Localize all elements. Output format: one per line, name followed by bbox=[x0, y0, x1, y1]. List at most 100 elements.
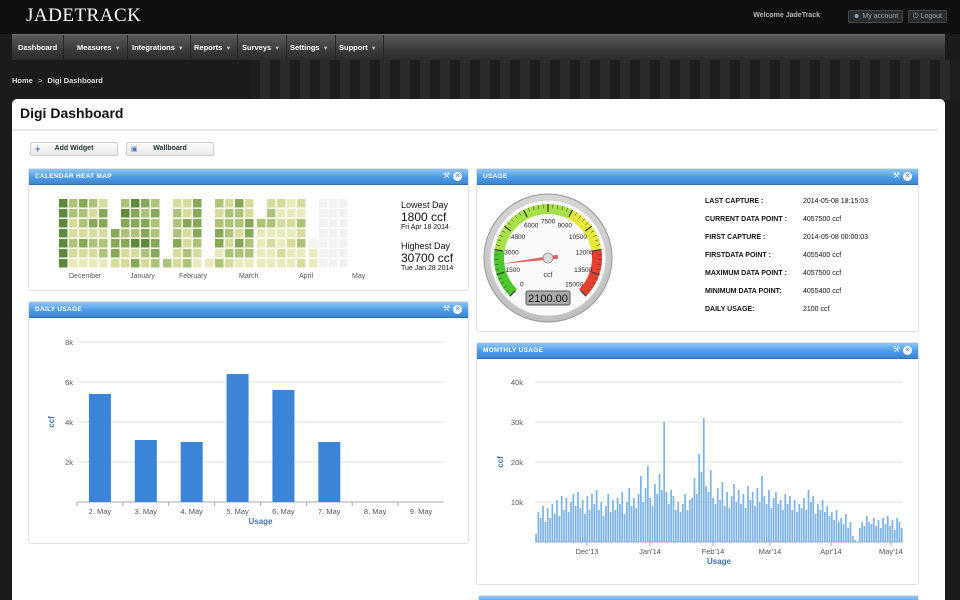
nav-measures[interactable]: Measures ▼ bbox=[71, 35, 128, 61]
monthly-bar[interactable] bbox=[535, 534, 537, 542]
monthly-bar[interactable] bbox=[800, 508, 803, 542]
monthly-bar[interactable] bbox=[702, 418, 705, 542]
monthly-bar[interactable] bbox=[705, 486, 707, 542]
monthly-bar[interactable] bbox=[591, 494, 593, 542]
monthly-bar[interactable] bbox=[607, 494, 610, 542]
nav-dashboard[interactable]: Dashboard bbox=[12, 35, 65, 61]
monthly-bar[interactable] bbox=[851, 536, 854, 542]
monthly-bar[interactable] bbox=[544, 522, 547, 542]
monthly-bar[interactable] bbox=[900, 528, 903, 542]
monthly-bar[interactable] bbox=[640, 476, 642, 542]
monthly-bar[interactable] bbox=[798, 504, 801, 542]
monthly-bar[interactable] bbox=[605, 506, 607, 542]
wrench-icon[interactable]: ⚒ bbox=[893, 345, 900, 354]
monthly-bar[interactable] bbox=[563, 510, 565, 542]
logout-button[interactable]: ⏻ Logout bbox=[908, 10, 947, 23]
monthly-bar[interactable] bbox=[821, 500, 824, 542]
monthly-bar[interactable] bbox=[733, 484, 735, 542]
monthly-bar[interactable] bbox=[870, 524, 873, 542]
monthly-bar[interactable] bbox=[719, 500, 721, 542]
daily-bar[interactable] bbox=[180, 442, 203, 502]
monthly-bar[interactable] bbox=[646, 466, 649, 542]
monthly-bar[interactable] bbox=[886, 516, 889, 542]
monthly-bar[interactable] bbox=[896, 518, 898, 542]
monthly-bar[interactable] bbox=[693, 478, 696, 542]
monthly-bar[interactable] bbox=[619, 504, 621, 542]
monthly-bar[interactable] bbox=[556, 500, 558, 542]
monthly-bar[interactable] bbox=[581, 500, 584, 542]
wallboard-button[interactable]: ▣ Wallboard bbox=[126, 142, 214, 156]
monthly-bar[interactable] bbox=[756, 488, 759, 542]
monthly-bar[interactable] bbox=[793, 500, 796, 542]
monthly-bar[interactable] bbox=[744, 508, 747, 542]
monthly-bar[interactable] bbox=[586, 496, 589, 542]
monthly-bar[interactable] bbox=[803, 498, 805, 542]
monthly-bar[interactable] bbox=[805, 510, 808, 542]
monthly-bar[interactable] bbox=[882, 518, 884, 542]
daily-bar[interactable] bbox=[88, 394, 111, 502]
daily-usage-header[interactable]: DAILY USAGE ⚒ ✕ bbox=[29, 302, 468, 318]
monthly-bar[interactable] bbox=[579, 508, 582, 542]
monthly-bar[interactable] bbox=[691, 498, 693, 542]
monthly-bar[interactable] bbox=[898, 522, 901, 542]
monthly-bar[interactable] bbox=[884, 524, 887, 542]
monthly-bar[interactable] bbox=[644, 488, 647, 542]
monthly-bar[interactable] bbox=[791, 510, 794, 542]
monthly-bar[interactable] bbox=[677, 502, 680, 542]
close-icon[interactable]: ✕ bbox=[903, 346, 912, 355]
monthly-bar[interactable] bbox=[740, 504, 742, 542]
monthly-bar[interactable] bbox=[789, 496, 791, 542]
close-icon[interactable]: ✕ bbox=[453, 172, 462, 181]
monthly-bar[interactable] bbox=[626, 502, 628, 542]
monthly-bar[interactable] bbox=[549, 518, 551, 542]
monthly-bar[interactable] bbox=[567, 512, 570, 542]
monthly-bar[interactable] bbox=[786, 504, 789, 542]
wrench-icon[interactable]: ⚒ bbox=[443, 304, 450, 313]
monthly-bar[interactable] bbox=[551, 504, 554, 542]
monthly-bar[interactable] bbox=[812, 496, 815, 542]
monthly-bar[interactable] bbox=[844, 514, 847, 542]
monthly-bar[interactable] bbox=[849, 522, 852, 542]
monthly-bar[interactable] bbox=[651, 506, 654, 542]
monthly-bar[interactable] bbox=[688, 500, 691, 542]
my-account-button[interactable]: ☻ My account bbox=[848, 10, 904, 23]
monthly-bar[interactable] bbox=[558, 516, 561, 542]
monthly-bar[interactable] bbox=[595, 490, 598, 542]
monthly-bar[interactable] bbox=[824, 512, 826, 542]
monthly-bar[interactable] bbox=[660, 490, 663, 542]
nav-support[interactable]: Support ▼ bbox=[333, 35, 384, 61]
monthly-bar[interactable] bbox=[649, 498, 652, 542]
monthly-bar[interactable] bbox=[602, 516, 605, 542]
monthly-bar[interactable] bbox=[758, 502, 761, 542]
monthly-bar[interactable] bbox=[889, 526, 891, 542]
close-icon[interactable]: ✕ bbox=[903, 172, 912, 181]
monthly-bar[interactable] bbox=[728, 508, 731, 542]
daily-bar[interactable] bbox=[134, 440, 157, 502]
monthly-usage-header[interactable]: MONTHLY USAGE ⚒ ✕ bbox=[477, 343, 918, 359]
monthly-bar[interactable] bbox=[782, 510, 784, 542]
monthly-bar[interactable] bbox=[817, 504, 819, 542]
monthly-bar[interactable] bbox=[628, 488, 631, 542]
monthly-bar[interactable] bbox=[723, 506, 726, 542]
monthly-bar[interactable] bbox=[858, 528, 861, 542]
monthly-bar[interactable] bbox=[742, 494, 745, 542]
monthly-bar[interactable] bbox=[658, 474, 661, 542]
next-widget-header[interactable] bbox=[479, 596, 918, 600]
monthly-bar[interactable] bbox=[672, 496, 675, 542]
monthly-bar[interactable] bbox=[656, 494, 659, 542]
monthly-bar[interactable] bbox=[598, 510, 600, 542]
monthly-bar[interactable] bbox=[796, 512, 798, 542]
monthly-bar[interactable] bbox=[775, 492, 777, 542]
monthly-bar[interactable] bbox=[684, 494, 686, 542]
heatmap-header[interactable]: CALENDAR HEAT MAP ⚒ ✕ bbox=[29, 169, 468, 185]
monthly-bar[interactable] bbox=[637, 494, 640, 542]
nav-surveys[interactable]: Surveys ▼ bbox=[236, 35, 288, 61]
monthly-bar[interactable] bbox=[763, 496, 766, 542]
monthly-bar[interactable] bbox=[737, 490, 740, 542]
monthly-bar[interactable] bbox=[584, 514, 586, 542]
monthly-bar[interactable] bbox=[814, 514, 817, 542]
monthly-bar[interactable] bbox=[761, 476, 763, 542]
monthly-bar[interactable] bbox=[665, 492, 668, 542]
monthly-bar[interactable] bbox=[721, 482, 724, 542]
monthly-bar[interactable] bbox=[712, 498, 714, 542]
